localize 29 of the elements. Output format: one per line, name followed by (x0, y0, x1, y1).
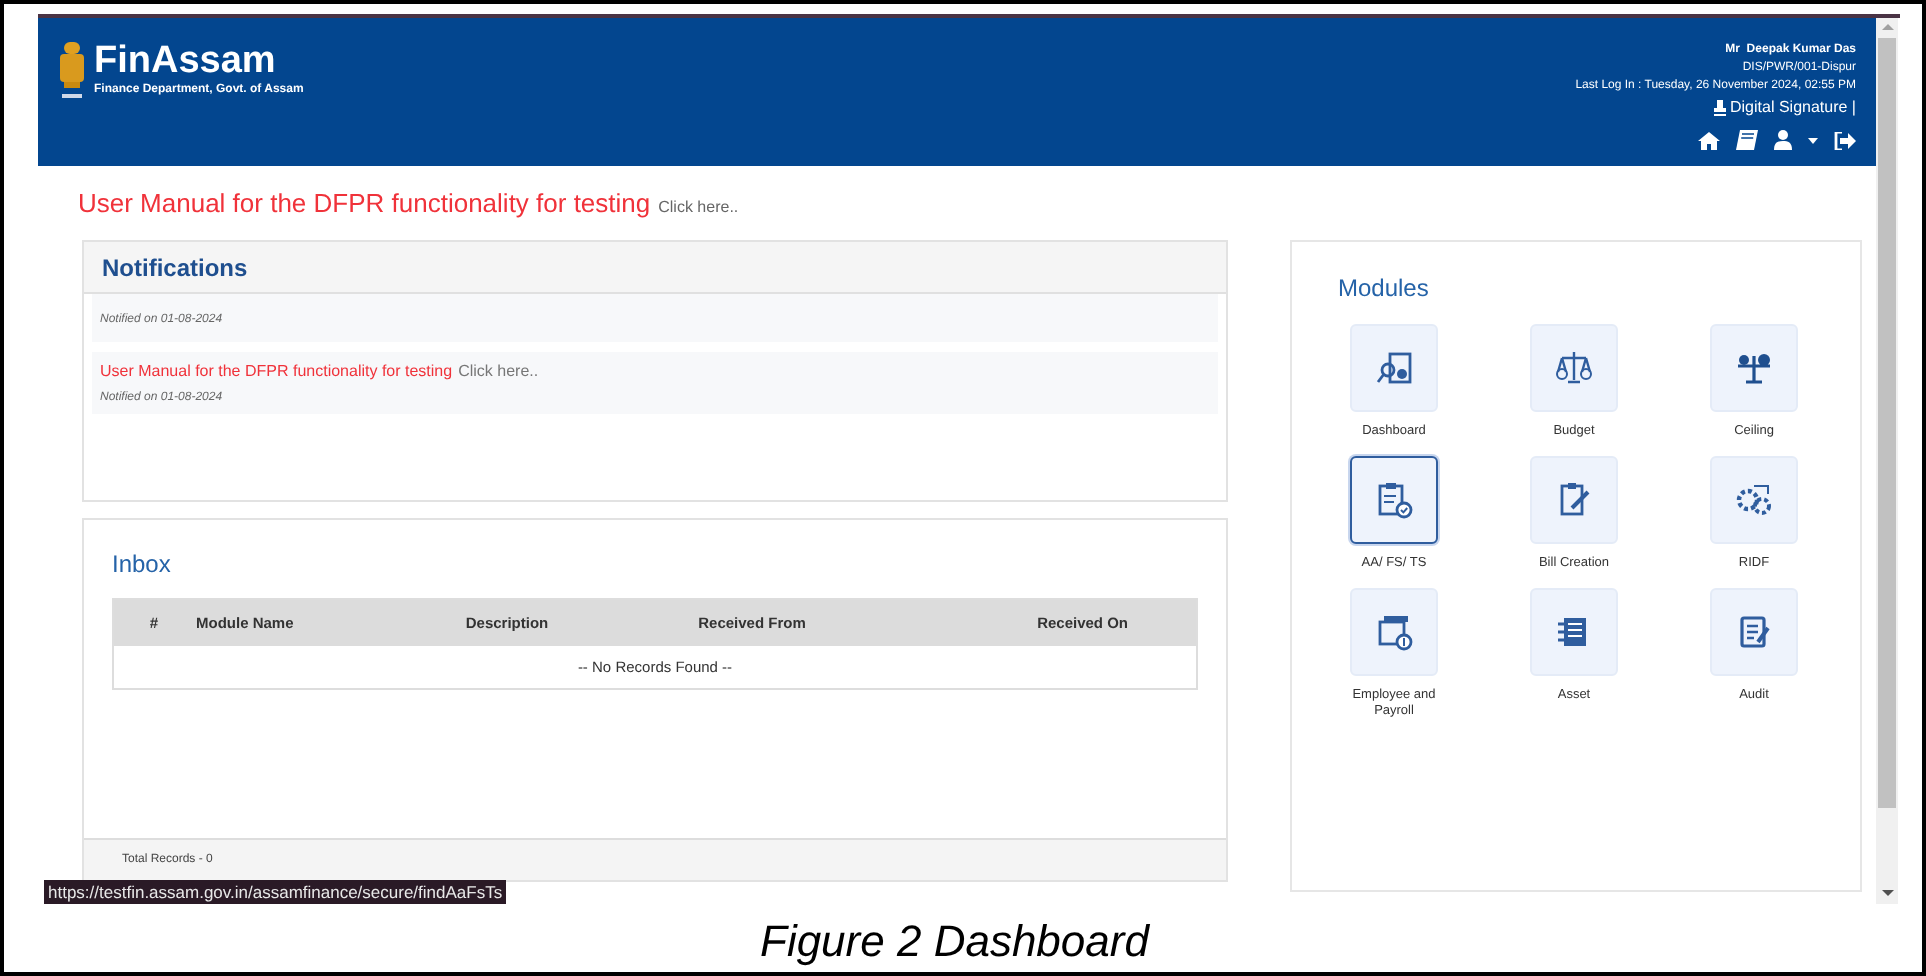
user-icon[interactable] (1774, 130, 1792, 150)
module-icon (1734, 612, 1774, 652)
scrollbar[interactable] (1876, 18, 1898, 904)
manual-title: User Manual for the DFPR functionality for testing (78, 186, 651, 222)
scroll-down-icon[interactable] (1881, 890, 1893, 896)
notification-text: User Manual for the DFPR functionality for testing (100, 359, 453, 383)
home-icon[interactable] (1698, 131, 1720, 149)
modules-title: Modules (1338, 272, 1431, 302)
module-icon (1734, 480, 1774, 520)
module-icon (1734, 348, 1774, 388)
book-icon[interactable] (1736, 130, 1758, 150)
caret-down-icon[interactable] (1808, 137, 1818, 143)
scrollbar-thumb[interactable] (1878, 38, 1896, 808)
module-icon (1374, 612, 1414, 652)
module-icon (1374, 348, 1414, 388)
module-tile[interactable] (1350, 456, 1438, 544)
inbox-title: Inbox (112, 548, 173, 582)
module-icon (1554, 348, 1594, 388)
click-here-link[interactable]: Click here.. (658, 196, 739, 220)
status-url-tooltip: https://testfin.assam.gov.in/assamfinance/secure/findAaFsTs (44, 880, 507, 904)
emblem-logo-icon (58, 42, 86, 102)
notifications-title: Notifications (102, 251, 248, 285)
logout-icon[interactable] (1834, 131, 1856, 149)
click-here-link[interactable]: Click here.. (458, 359, 539, 383)
logo-title: FinAssam (94, 42, 278, 82)
stamp-icon (1714, 100, 1726, 116)
digital-signature-link[interactable]: Digital Signature | (1730, 96, 1856, 120)
module-icon (1374, 480, 1414, 520)
figure-caption: Figure 2 Dashboard (760, 914, 1149, 970)
